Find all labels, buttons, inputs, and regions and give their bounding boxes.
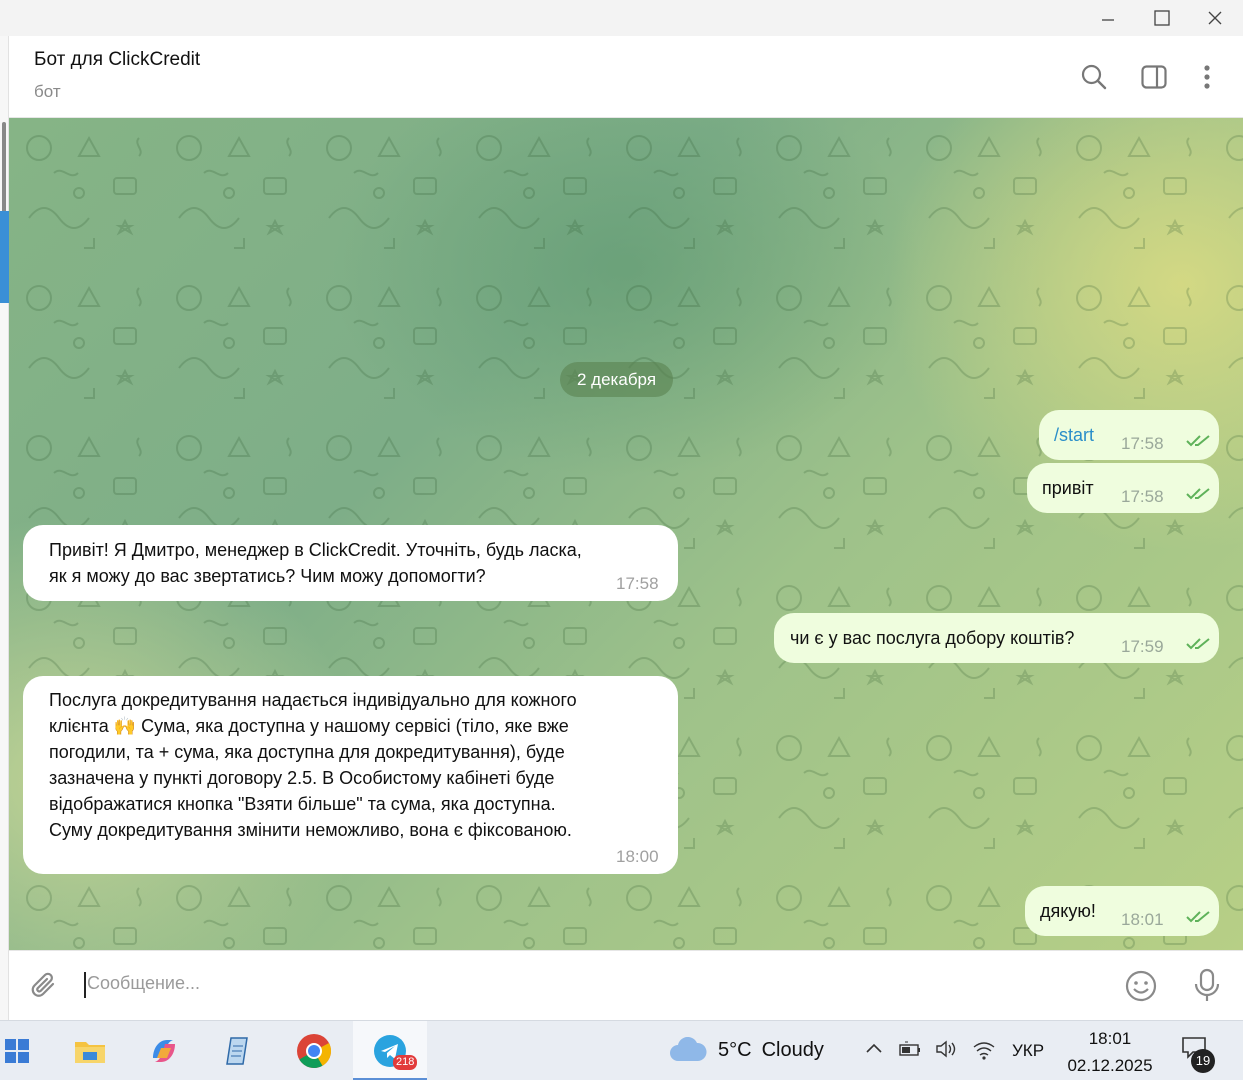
maximize-button[interactable] — [1139, 4, 1185, 32]
message-text: чи є у вас послуга добору коштів? — [790, 628, 1075, 648]
text-caret — [84, 972, 86, 998]
message-time: 17:59 — [1121, 637, 1164, 656]
copilot-icon — [153, 1040, 175, 1062]
bot-command-link[interactable]: /start — [1054, 422, 1094, 448]
sidebar-toggle-button[interactable] — [1137, 60, 1171, 94]
date-separator: 2 декабря — [560, 362, 674, 397]
search-button[interactable] — [1077, 60, 1111, 94]
outgoing-message[interactable]: /start 17:58 — [1039, 410, 1219, 460]
weather-cloud-icon — [670, 1037, 707, 1061]
notepad-icon — [226, 1037, 248, 1065]
left-panel-edge — [0, 36, 9, 1020]
outgoing-message[interactable]: чи є у вас послуга добору коштів? 17:59 — [774, 613, 1219, 663]
voice-message-button[interactable] — [1188, 967, 1226, 1005]
battery-icon[interactable] — [898, 1039, 922, 1059]
message-line: як я можу до вас звертатись? Чим можу до… — [49, 566, 486, 586]
message-composer: Сообщение... — [9, 950, 1243, 1020]
clock-time: 18:01 — [1088, 1029, 1132, 1048]
start-button[interactable] — [0, 1021, 34, 1080]
taskbar-copilot[interactable] — [127, 1021, 201, 1080]
volume-icon[interactable] — [934, 1039, 958, 1059]
minimize-button[interactable] — [1085, 4, 1131, 32]
read-checkmarks-icon — [1186, 488, 1210, 500]
message-time: 18:00 — [616, 847, 659, 866]
window-titlebar — [0, 0, 1243, 36]
more-button[interactable] — [1190, 60, 1224, 94]
close-button[interactable] — [1192, 4, 1238, 32]
clock-date: 02.12.2025 — [1067, 1056, 1153, 1075]
system-clock[interactable]: 18:01 02.12.2025 — [1060, 1025, 1160, 1079]
message-text: дякую! — [1040, 901, 1096, 921]
notification-center-button[interactable]: 19 — [1178, 1033, 1218, 1073]
message-input[interactable]: Сообщение... — [87, 973, 200, 994]
attach-button[interactable] — [26, 967, 64, 1005]
active-chat-indicator — [0, 211, 9, 303]
search-icon — [1081, 64, 1107, 90]
message-line: Привіт! Я Дмитро, менеджер в ClickCredit… — [49, 540, 582, 560]
taskbar-chrome[interactable] — [277, 1021, 351, 1080]
read-checkmarks-icon — [1186, 911, 1210, 923]
weather-temperature: 5°C — [718, 1038, 752, 1061]
weather-condition: Cloudy — [761, 1038, 824, 1061]
chevron-up-icon[interactable] — [864, 1039, 884, 1059]
message-line: Суму докредитування змінити неможливо, в… — [49, 820, 572, 840]
read-checkmarks-icon — [1186, 638, 1210, 650]
message-line: клієнта 🙌 Сума, яка доступна у нашому се… — [49, 716, 569, 736]
message-line: погодили, та + сума, яка доступна для до… — [49, 742, 565, 762]
chat-history[interactable]: 2 декабря /start 17:58 привіт 17:58 Прив… — [9, 118, 1243, 950]
chrome-icon — [297, 1034, 331, 1068]
telegram-unread-badge: 218 — [393, 1055, 418, 1070]
attach-icon — [31, 972, 55, 997]
chat-subtitle: бот — [34, 82, 61, 101]
message-text: привіт — [1042, 478, 1094, 498]
more-icon — [1204, 65, 1210, 89]
message-time: 18:01 — [1121, 910, 1164, 929]
message-time: 17:58 — [616, 574, 659, 593]
incoming-message[interactable]: Привіт! Я Дмитро, менеджер в ClickCredit… — [23, 525, 678, 601]
taskbar-telegram[interactable]: 218 — [353, 1021, 427, 1080]
input-language[interactable]: УКР — [1012, 1041, 1044, 1061]
message-line: Послуга докредитування надається індивід… — [49, 690, 577, 710]
maximize-icon — [1154, 10, 1170, 26]
taskbar-notepad[interactable] — [201, 1021, 275, 1080]
file-explorer-icon — [75, 1042, 105, 1063]
windows-taskbar: 218 5°C Cloudy УКР 18:01 02.12.2025 19 — [0, 1020, 1243, 1080]
emoji-button[interactable] — [1122, 967, 1160, 1005]
emoji-icon — [1125, 970, 1157, 1002]
start-icon — [5, 1039, 29, 1063]
chat-title[interactable]: Бот для ClickCredit — [34, 49, 200, 71]
outgoing-message[interactable]: дякую! 18:01 — [1025, 886, 1219, 936]
microphone-icon — [1194, 968, 1220, 1001]
sidebar-toggle-icon — [1141, 65, 1167, 89]
incoming-message[interactable]: Послуга докредитування надається індивід… — [23, 676, 678, 874]
chat-header: Бот для ClickCredit бот — [9, 36, 1243, 118]
message-time: 17:58 — [1121, 487, 1164, 506]
close-icon — [1208, 11, 1222, 25]
weather-widget[interactable]: 5°C Cloudy — [668, 1037, 824, 1063]
read-checkmarks-icon — [1186, 435, 1210, 447]
message-line: зазначена у пункті договору 2.5. В Особи… — [49, 768, 555, 788]
wifi-icon[interactable] — [972, 1039, 996, 1061]
taskbar-file-explorer[interactable] — [53, 1021, 127, 1080]
message-line: відображатися кнопка "Взяти більше" та с… — [49, 794, 556, 814]
message-time: 17:58 — [1121, 434, 1164, 453]
notification-count: 19 — [1191, 1049, 1215, 1073]
outgoing-message[interactable]: привіт 17:58 — [1027, 463, 1219, 513]
minimize-icon — [1102, 19, 1114, 21]
